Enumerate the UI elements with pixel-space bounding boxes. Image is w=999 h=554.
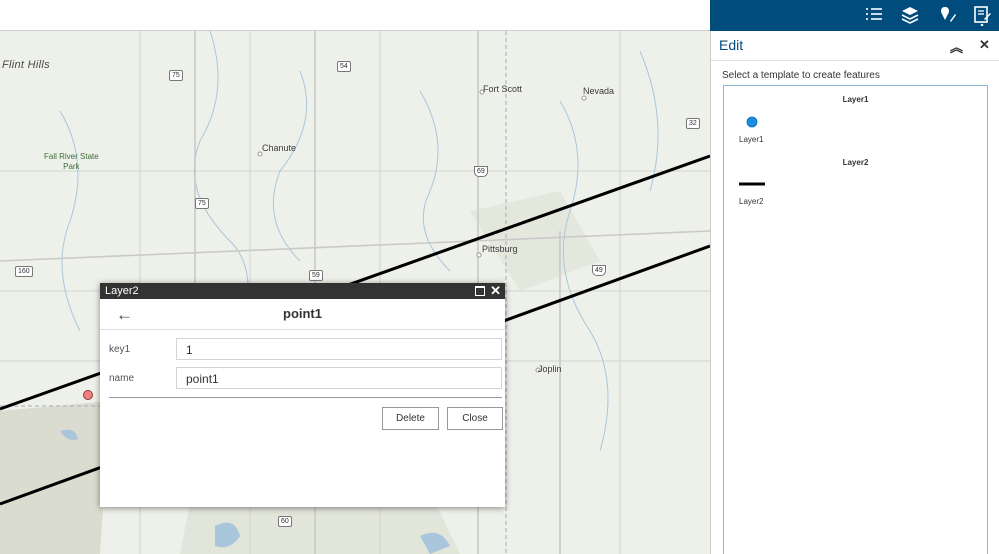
map-label-fall-river-park: Fall River State Park — [44, 152, 99, 172]
route-shield-60: 60 — [278, 516, 292, 527]
close-icon[interactable]: ✕ — [490, 283, 501, 298]
template-group-header: Layer2 — [842, 158, 869, 167]
app-header — [0, 0, 710, 31]
panel-divider — [711, 60, 999, 61]
map-label-flint-hills: Flint Hills — [2, 59, 50, 71]
template-label[interactable]: Layer1 — [739, 135, 763, 144]
delete-button[interactable]: Delete — [382, 407, 439, 430]
line-symbol-icon[interactable] — [739, 181, 765, 187]
name-input[interactable]: point1 — [176, 367, 502, 389]
map-label-pittsburg: Pittsburg — [482, 244, 518, 254]
route-shield-75-south: 75 — [195, 198, 209, 209]
popup-layer-title: Layer2 — [105, 285, 139, 297]
route-shield-54: 54 — [337, 61, 351, 72]
popup-divider — [109, 397, 502, 398]
maximize-icon[interactable] — [475, 286, 486, 296]
draw-icon[interactable] — [936, 4, 958, 26]
template-picker: Layer1 Layer1 Layer2 Layer2 — [723, 85, 988, 554]
template-group-header: Layer1 — [842, 95, 869, 104]
map-label-nevada: Nevada — [583, 86, 615, 96]
attribute-row-key1: key1 1 — [109, 338, 502, 362]
attribute-row-name: name point1 — [109, 367, 502, 391]
popup-header: ← point1 — [100, 299, 505, 330]
point-symbol-icon[interactable] — [746, 116, 758, 128]
route-shield-160: 160 — [15, 266, 33, 277]
route-shield-59: 59 — [309, 270, 323, 281]
selected-point-marker[interactable] — [83, 390, 93, 400]
map-label-park: Park — [63, 162, 80, 171]
widget-toolbar — [710, 0, 999, 31]
layers-icon[interactable] — [899, 4, 921, 26]
route-shield-49: 49 — [592, 265, 606, 276]
map-label-fort-scott: Fort Scott — [483, 84, 523, 94]
template-caption: Select a template to create features — [722, 70, 880, 81]
edit-icon[interactable] — [971, 4, 993, 26]
panel-title: Edit — [719, 37, 744, 53]
template-label[interactable]: Layer2 — [739, 197, 763, 206]
key1-input[interactable]: 1 — [176, 338, 502, 360]
map-label-joplin: Joplin — [538, 364, 562, 374]
field-label-key1: key1 — [109, 344, 131, 355]
popup-titlebar[interactable]: Layer2 ✕ — [100, 283, 505, 299]
map-label-fall-river: Fall River State — [44, 152, 99, 161]
edit-panel: Edit ︽ ✕ Select a template to create fea… — [710, 31, 999, 554]
close-button[interactable]: Close — [447, 407, 503, 430]
field-label-name: name — [109, 373, 135, 384]
collapse-icon[interactable]: ︽ — [950, 37, 963, 56]
attribute-popup: Layer2 ✕ ← point1 key1 1 name point1 Del… — [100, 283, 505, 507]
route-shield-32: 32 — [686, 118, 700, 129]
route-shield-75: 75 — [169, 70, 183, 81]
feature-name: point1 — [283, 306, 322, 321]
map-label-chanute: Chanute — [262, 143, 297, 153]
route-shield-69: 69 — [474, 166, 488, 177]
list-icon[interactable] — [863, 4, 885, 26]
panel-close-icon[interactable]: ✕ — [979, 37, 990, 53]
